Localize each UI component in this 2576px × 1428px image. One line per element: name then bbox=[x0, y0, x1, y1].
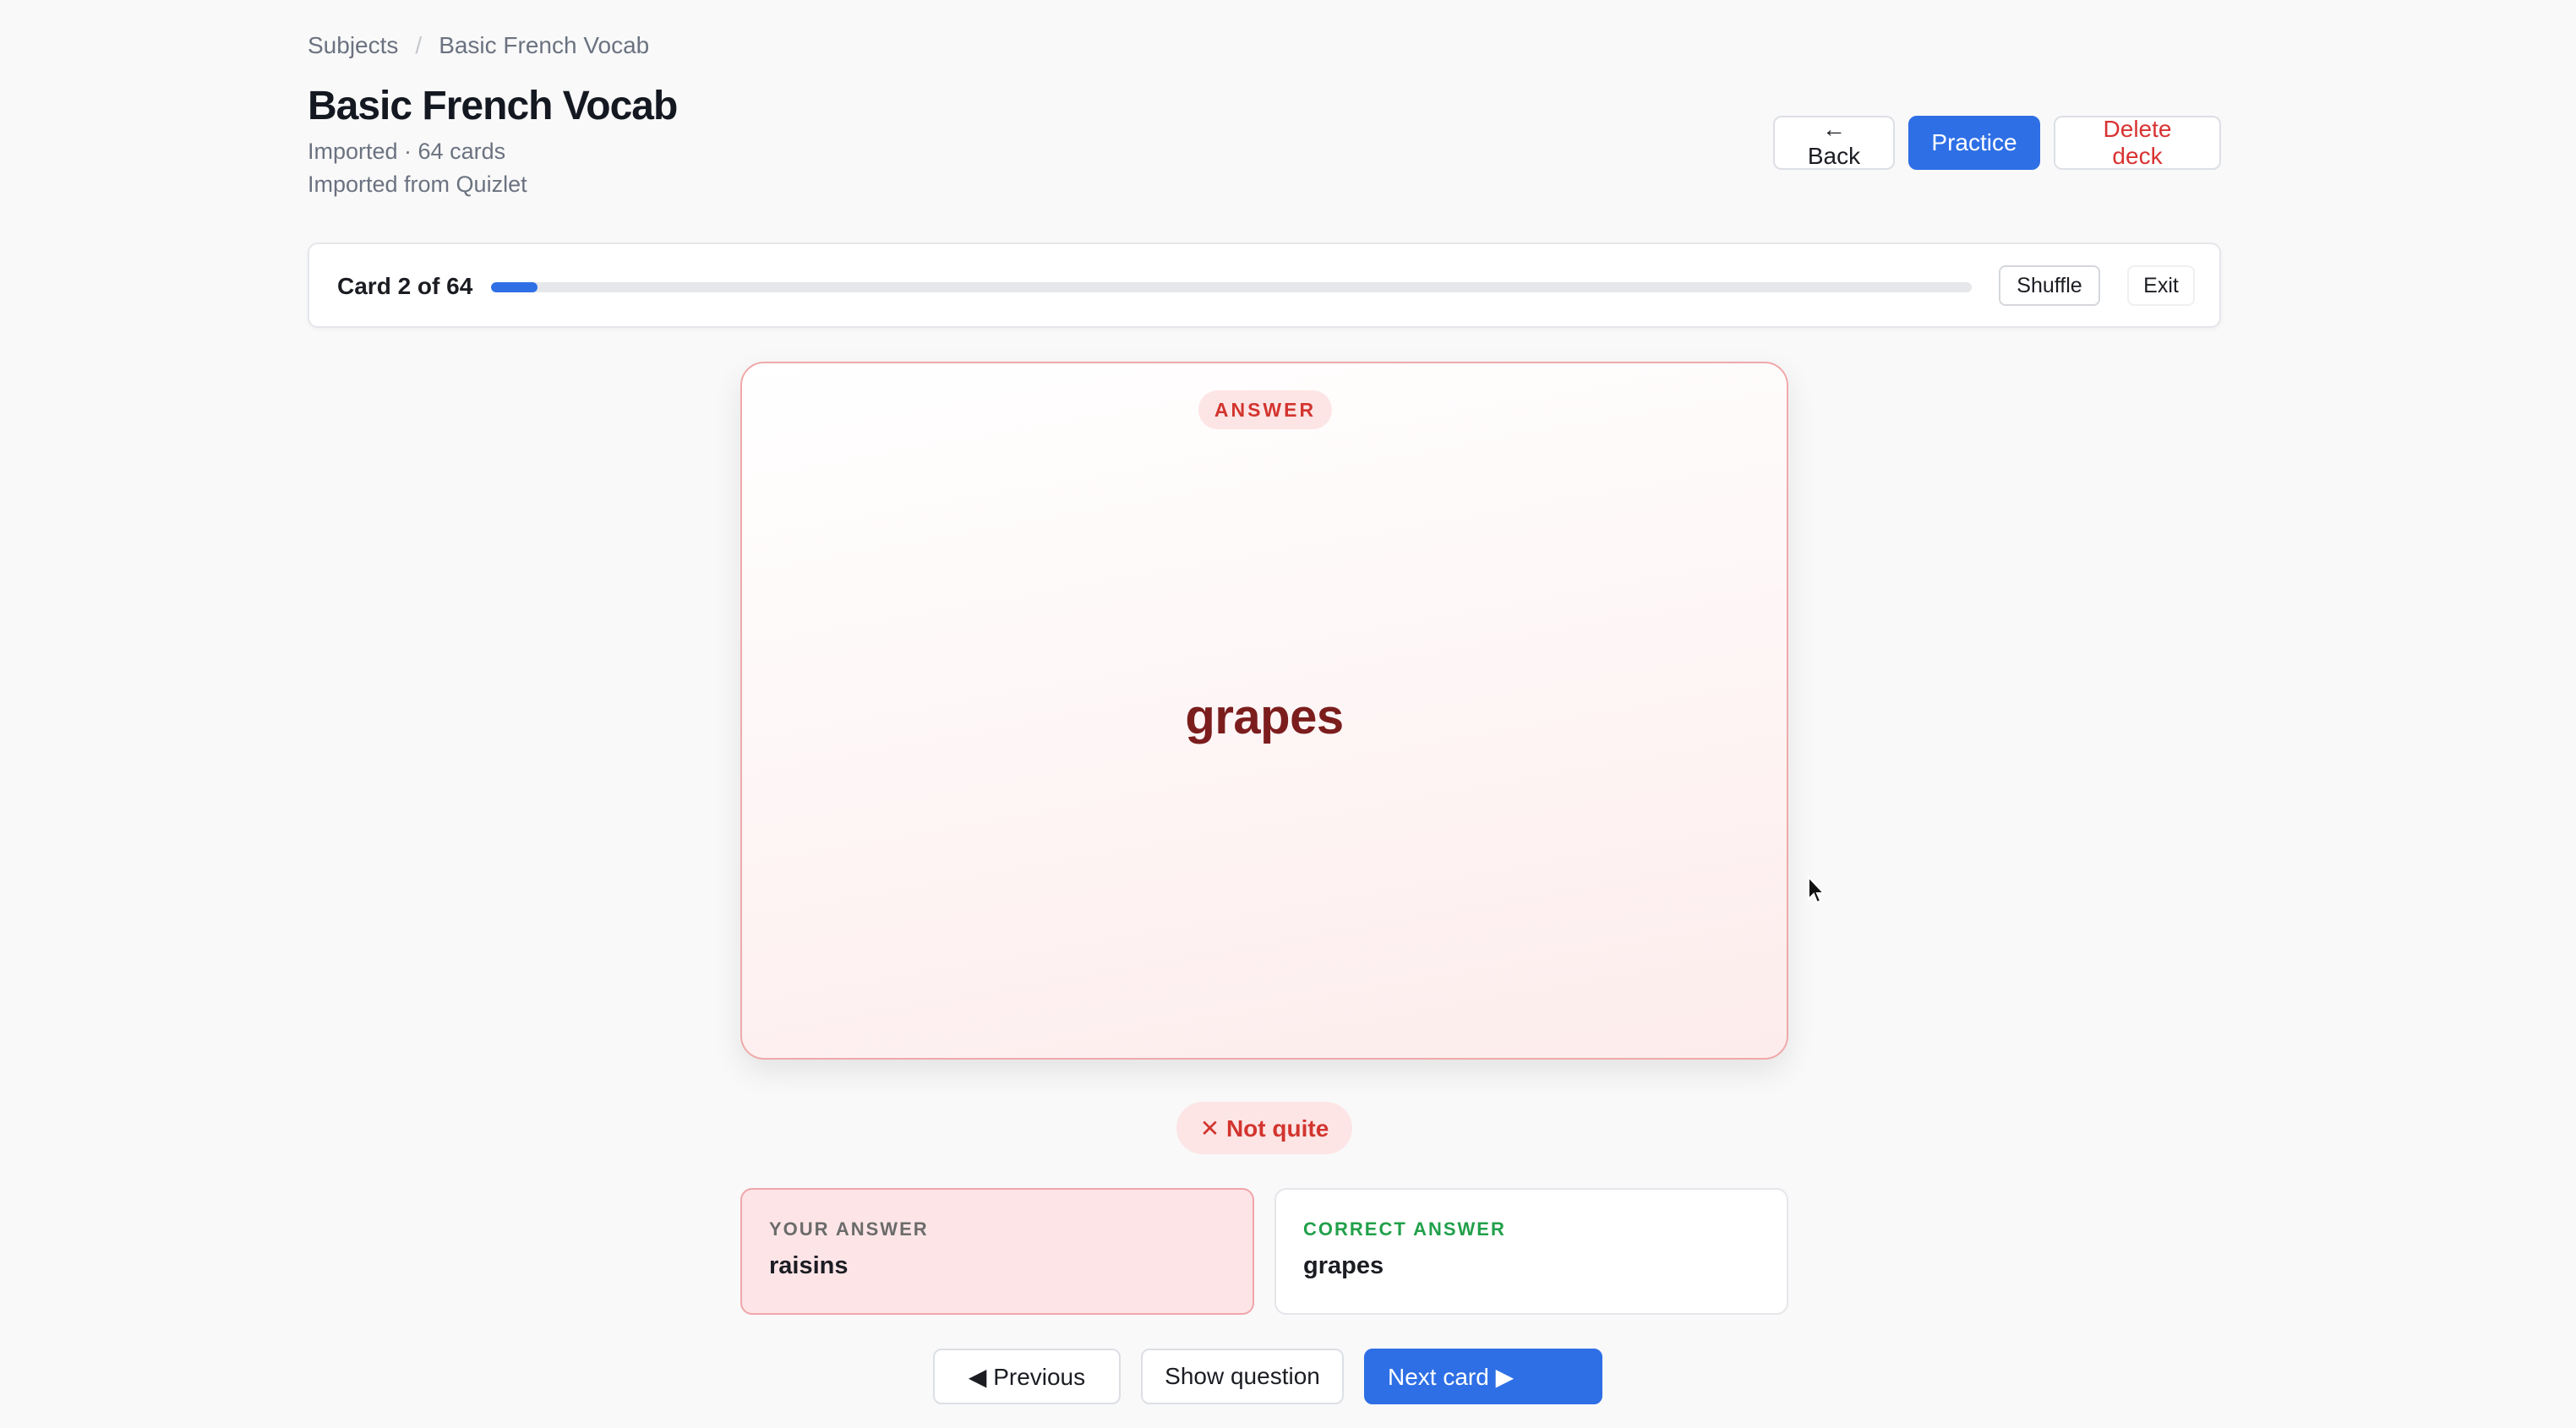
header-actions: ← Back Practice Delete deck bbox=[1773, 116, 2221, 170]
delete-deck-button[interactable]: Delete deck bbox=[2054, 116, 2221, 170]
correct-answer-box: CORRECT ANSWER grapes bbox=[1274, 1188, 1788, 1315]
deck-meta: Imported · 64 cards bbox=[308, 139, 506, 164]
mouse-cursor-icon bbox=[1808, 875, 1826, 904]
correct-answer-label: CORRECT ANSWER bbox=[1303, 1218, 1506, 1240]
result-label: ✕ Not quite bbox=[1199, 1115, 1329, 1142]
progress-bar bbox=[491, 282, 1972, 292]
exit-button[interactable]: Exit bbox=[2127, 265, 2195, 306]
card-counter: Card 2 of 64 bbox=[337, 273, 473, 299]
shuffle-button[interactable]: Shuffle bbox=[1999, 265, 2100, 306]
breadcrumb-separator: / bbox=[415, 32, 423, 58]
card-text: grapes bbox=[1185, 689, 1344, 744]
your-answer-label: YOUR ANSWER bbox=[769, 1218, 929, 1240]
card-navigation: ◀ Previous Show question Next card ▶ bbox=[933, 1349, 1602, 1404]
progress-fill bbox=[491, 282, 538, 292]
next-card-button[interactable]: Next card ▶ bbox=[1364, 1349, 1602, 1404]
breadcrumb-subjects[interactable]: Subjects bbox=[308, 32, 398, 59]
card-side-badge: ANSWER bbox=[1198, 390, 1332, 429]
flashcard[interactable]: ANSWER grapes bbox=[740, 362, 1788, 1060]
practice-button[interactable]: Practice bbox=[1908, 116, 2040, 170]
deck-source: Imported from Quizlet bbox=[308, 172, 527, 197]
your-answer-box: YOUR ANSWER raisins bbox=[740, 1188, 1254, 1315]
result-badge: ✕ Not quite bbox=[1176, 1102, 1352, 1154]
correct-answer-value: grapes bbox=[1303, 1252, 1384, 1279]
previous-button[interactable]: ◀ Previous bbox=[933, 1349, 1121, 1404]
back-button[interactable]: ← Back bbox=[1773, 116, 1895, 170]
progress-panel: Card 2 of 64 Shuffle Exit bbox=[308, 243, 2221, 328]
breadcrumb: Subjects / Basic French Vocab bbox=[308, 32, 649, 59]
page-title: Basic French Vocab bbox=[308, 84, 678, 128]
show-question-button[interactable]: Show question bbox=[1141, 1349, 1344, 1404]
breadcrumb-current: Basic French Vocab bbox=[439, 32, 650, 58]
your-answer-value: raisins bbox=[769, 1252, 849, 1279]
